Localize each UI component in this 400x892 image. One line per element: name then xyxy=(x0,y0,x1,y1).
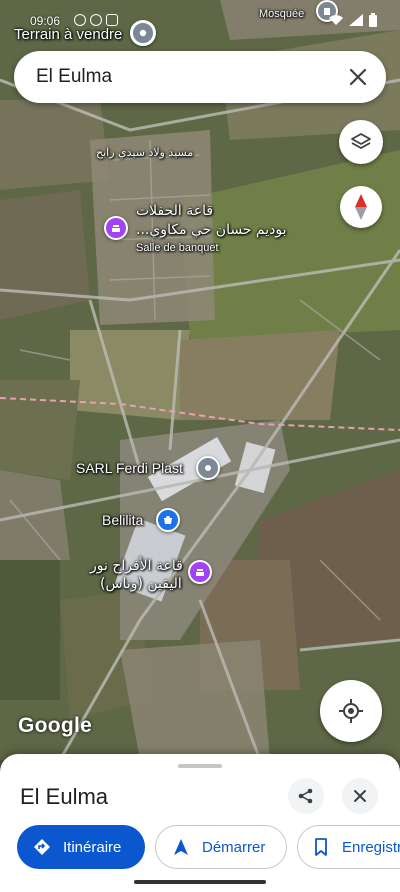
belilita-shop-icon[interactable] xyxy=(156,508,180,532)
layers-button[interactable] xyxy=(339,120,383,164)
system-icons xyxy=(328,13,378,27)
action-chips: Itinéraire Démarrer Enregistrer xyxy=(17,825,400,869)
place-bottom-sheet[interactable]: El Eulma Itinéraire Démarrer Enregistr xyxy=(0,754,400,892)
wifi-icon xyxy=(329,15,343,25)
satellite-map[interactable]: Terrain à vendre Mosquée مسيد ولاد سيدي … xyxy=(0,0,400,760)
banquet-hall-category: Salle de banquet xyxy=(136,242,219,254)
clear-search-close-icon[interactable] xyxy=(346,65,370,89)
battery-icon xyxy=(369,13,377,27)
google-logo: Google xyxy=(18,714,93,737)
noor-hall-label-arabic-1[interactable]: قاعة الأفراح نور xyxy=(90,558,183,574)
save-label: Enregistrer xyxy=(342,838,400,856)
navigation-icon xyxy=(172,838,190,856)
notification-icon xyxy=(74,14,86,26)
whatsapp-icon xyxy=(90,14,102,26)
home-indicator[interactable] xyxy=(134,880,266,884)
start-navigation-button[interactable]: Démarrer xyxy=(155,825,287,869)
directions-icon xyxy=(33,838,51,856)
close-icon xyxy=(354,790,366,802)
layers-icon xyxy=(351,133,371,149)
share-icon xyxy=(298,788,313,804)
compass-icon xyxy=(355,194,367,220)
directions-button[interactable]: Itinéraire xyxy=(17,825,145,869)
noor-hall-label-arabic-2[interactable]: اليقين (وناس) xyxy=(100,576,182,592)
save-button[interactable]: Enregistrer xyxy=(297,825,400,869)
noor-hall-pin-icon[interactable] xyxy=(188,560,212,584)
start-label: Démarrer xyxy=(202,838,266,856)
compass-button[interactable] xyxy=(340,186,382,228)
banquet-hall-pin-icon[interactable] xyxy=(104,216,128,240)
signal-icon xyxy=(349,14,363,26)
my-location-icon xyxy=(339,699,363,723)
sarl-ferdi-plast-label[interactable]: SARL Ferdi Plast xyxy=(76,460,183,476)
share-button[interactable] xyxy=(288,778,324,814)
directions-label: Itinéraire xyxy=(63,838,122,856)
road-label-arabic: مسيد ولاد سيدي رابح xyxy=(96,146,194,159)
search-bar[interactable]: El Eulma xyxy=(14,51,386,103)
search-query[interactable]: El Eulma xyxy=(36,66,346,88)
notification-icons xyxy=(74,14,118,26)
map-terrain xyxy=(0,0,400,760)
banquet-hall-label-arabic-1[interactable]: قاعة الحفلات xyxy=(136,203,213,219)
drag-handle[interactable] xyxy=(178,764,222,768)
close-sheet-button[interactable] xyxy=(342,778,378,814)
sarl-pin-icon[interactable] xyxy=(196,456,220,480)
place-title: El Eulma xyxy=(20,784,109,809)
my-location-button[interactable] xyxy=(320,680,382,742)
banquet-hall-label-arabic-2[interactable]: بوديم حسان حي مكاوي... xyxy=(136,222,287,238)
status-bar: 09:06 xyxy=(0,10,400,30)
status-time: 09:06 xyxy=(30,14,61,28)
youtube-icon xyxy=(106,14,118,26)
belilita-label[interactable]: Belilita xyxy=(102,512,143,528)
bookmark-icon xyxy=(312,838,330,856)
